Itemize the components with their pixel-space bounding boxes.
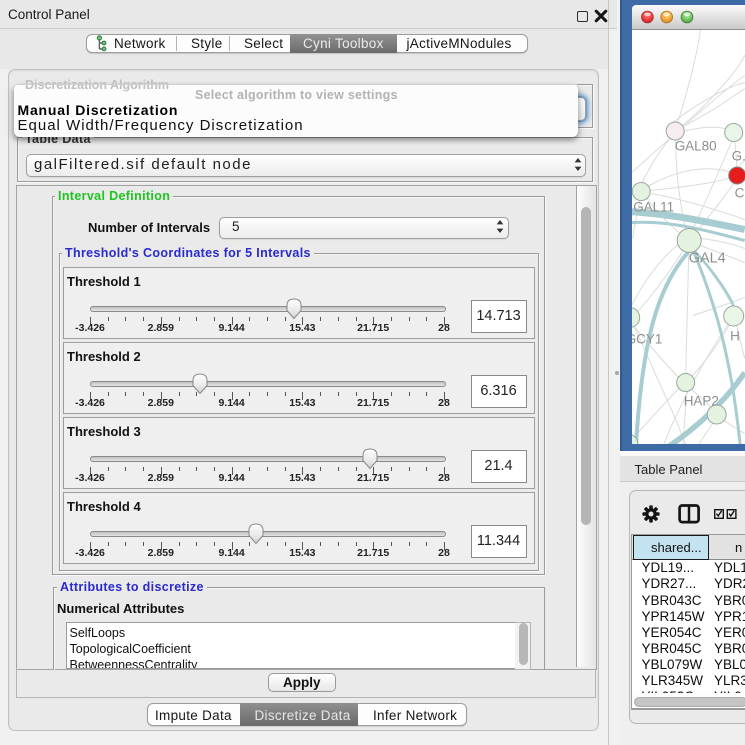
svg-text:GAL4: GAL4 bbox=[689, 250, 726, 266]
svg-text:H: H bbox=[730, 328, 740, 343]
svg-text:HAP2: HAP2 bbox=[684, 393, 719, 408]
svg-text:GCY1: GCY1 bbox=[632, 331, 662, 346]
svg-text:C: C bbox=[735, 185, 745, 200]
svg-text:GAL80: GAL80 bbox=[675, 138, 717, 153]
svg-text:G.: G. bbox=[732, 148, 745, 163]
svg-text:GAL11: GAL11 bbox=[633, 199, 674, 214]
